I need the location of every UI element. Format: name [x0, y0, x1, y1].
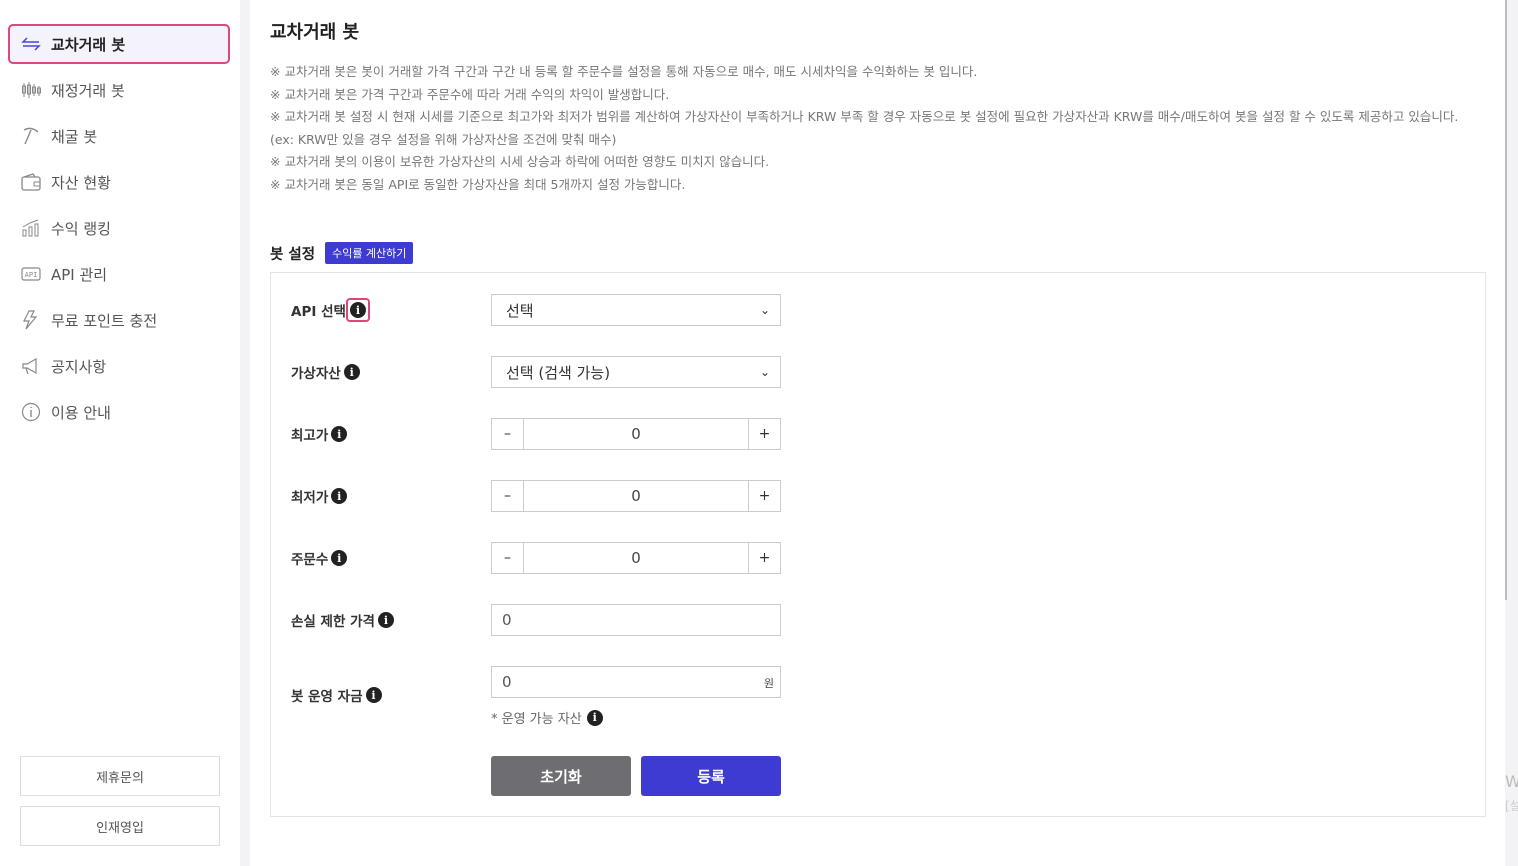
sidebar-item-mining-bot[interactable]: 채굴 봇	[8, 116, 230, 156]
sidebar-item-label: API 관리	[51, 265, 108, 284]
info-icon[interactable]: i	[586, 709, 603, 726]
notice-notes: ※ 교차거래 봇은 봇이 거래할 가격 구간과 구간 내 등록 할 주문수를 설…	[270, 61, 1480, 196]
note-line: ※ 교차거래 봇은 가격 구간과 주문수에 따라 거래 수익의 차익이 발생합니…	[270, 86, 670, 102]
chevron-down-icon: ⌄	[759, 303, 770, 317]
low-price-label-row: 최저가 i	[291, 480, 348, 512]
sidebar-item-cross-trade-bot[interactable]: 교차거래 봇	[8, 24, 230, 64]
profit-calc-button[interactable]: 수익률 계산하기	[325, 242, 414, 264]
partnership-button[interactable]: 제휴문의	[20, 756, 220, 796]
sidebar-item-label: 교차거래 봇	[51, 35, 126, 54]
sidebar-item-arbitrage-bot[interactable]: 재정거래 봇	[8, 70, 230, 110]
api-select-label: API 선택	[291, 304, 346, 320]
asset-select-label: 가상자산	[291, 366, 341, 382]
sidebar-item-label: 재정거래 봇	[51, 81, 125, 100]
bot-settings-header: 봇 설정 수익률 계산하기	[270, 242, 414, 264]
stoploss-label: 손실 제한 가격	[291, 614, 375, 630]
sidebar-item-assets[interactable]: 자산 현황	[8, 162, 230, 202]
orders-stepper: – 0 +	[491, 542, 781, 574]
svg-text:API: API	[25, 271, 38, 279]
decrement-button[interactable]: –	[492, 543, 524, 573]
info-icon[interactable]: i	[365, 687, 382, 703]
low-price-label: 최저가	[291, 490, 329, 506]
register-button[interactable]: 등록	[641, 756, 781, 796]
high-price-label: 최고가	[291, 428, 329, 444]
info-icon[interactable]: i	[331, 550, 348, 566]
api-icon: API	[20, 263, 42, 285]
sidebar-item-label: 자산 현황	[51, 173, 111, 192]
orders-label: 주문수	[291, 552, 329, 568]
wallet-icon	[20, 171, 42, 193]
funds-input[interactable]: 0	[492, 667, 780, 697]
pickaxe-icon	[20, 125, 42, 147]
note-line: ※ 교차거래 봇 설정 시 현재 시세를 기준으로 최고가와 최저가 범위를 계…	[270, 109, 1459, 147]
asset-select-label-row: 가상자산 i	[291, 356, 360, 388]
sidebar: 교차거래 봇 재정거래 봇 채굴 봇 자산 현황 수익 랭킹 API API 관…	[0, 0, 240, 866]
info-icon[interactable]: i	[331, 488, 348, 504]
low-price-input[interactable]: 0	[524, 481, 748, 511]
api-info-highlight: i	[345, 298, 370, 322]
sidebar-item-notice[interactable]: 공지사항	[8, 346, 230, 386]
reset-button[interactable]: 초기화	[491, 756, 631, 796]
currency-unit: 원	[763, 677, 774, 690]
funds-label: 봇 운영 자금	[291, 689, 363, 705]
recruit-button[interactable]: 인재영입	[20, 806, 220, 846]
info-icon[interactable]: i	[343, 364, 360, 380]
hint-text: * 운영 가능 자산	[491, 712, 582, 727]
sidebar-item-free-points[interactable]: 무료 포인트 충전	[8, 300, 230, 340]
sidebar-item-label: 채굴 봇	[51, 127, 98, 146]
watermark-text: [설	[1505, 799, 1518, 813]
main-content: 교차거래 봇 ※ 교차거래 봇은 봇이 거래할 가격 구간과 구간 내 등록 할…	[250, 0, 1505, 866]
scrollbar[interactable]	[1505, 0, 1507, 600]
sidebar-item-api[interactable]: API API 관리	[8, 254, 230, 294]
candlestick-icon	[20, 79, 42, 101]
info-circle-icon	[20, 401, 42, 423]
funds-field[interactable]: 0 원	[491, 666, 781, 698]
note-line: ※ 교차거래 봇은 동일 API로 동일한 가상자산을 최대 5개까지 설정 가…	[270, 176, 686, 192]
orders-input[interactable]: 0	[524, 543, 748, 573]
high-price-label-row: 최고가 i	[291, 418, 348, 450]
bar-chart-icon	[20, 217, 42, 239]
exchange-arrows-icon	[20, 33, 42, 55]
increment-button[interactable]: +	[748, 543, 780, 573]
api-select-value: 선택	[506, 301, 534, 320]
increment-button[interactable]: +	[748, 481, 780, 511]
high-price-input[interactable]: 0	[524, 419, 748, 449]
sidebar-item-label: 무료 포인트 충전	[51, 311, 158, 330]
sidebar-item-label: 공지사항	[51, 357, 107, 376]
bot-settings-form: API 선택 i 선택 ⌄ 가상자산 i 선택 (검색 가능) ⌄ 최고가 i …	[270, 272, 1486, 817]
info-icon[interactable]: i	[377, 612, 394, 628]
low-price-stepper: – 0 +	[491, 480, 781, 512]
sidebar-item-ranking[interactable]: 수익 랭킹	[8, 208, 230, 248]
info-icon[interactable]: i	[331, 426, 348, 442]
available-assets-hint: * 운영 가능 자산 i	[491, 708, 603, 727]
note-line: ※ 교차거래 봇의 이용이 보유한 가상자산의 시세 상승과 하락에 어떠한 영…	[270, 154, 770, 169]
stoploss-label-row: 손실 제한 가격 i	[291, 604, 394, 636]
watermark-text: W	[1505, 772, 1518, 791]
sidebar-item-guide[interactable]: 이용 안내	[8, 392, 230, 432]
stoploss-input[interactable]: 0	[491, 604, 781, 636]
chevron-down-icon: ⌄	[759, 365, 770, 379]
asset-select[interactable]: 선택 (검색 가능) ⌄	[491, 356, 781, 388]
megaphone-icon	[20, 355, 42, 377]
page-title: 교차거래 봇	[270, 22, 360, 43]
high-price-stepper: – 0 +	[491, 418, 781, 450]
note-line: ※ 교차거래 봇은 봇이 거래할 가격 구간과 구간 내 등록 할 주문수를 설…	[270, 64, 978, 79]
asset-select-value: 선택 (검색 가능)	[506, 363, 611, 382]
decrement-button[interactable]: –	[492, 419, 524, 449]
orders-label-row: 주문수 i	[291, 542, 348, 574]
sidebar-item-label: 이용 안내	[51, 403, 111, 422]
increment-button[interactable]: +	[748, 419, 780, 449]
info-icon[interactable]: i	[349, 302, 366, 318]
sidebar-item-label: 수익 랭킹	[51, 219, 111, 238]
funds-label-row: 봇 운영 자금 i	[291, 679, 382, 711]
api-select-label-row: API 선택 i	[291, 294, 370, 326]
api-select[interactable]: 선택 ⌄	[491, 294, 781, 326]
decrement-button[interactable]: –	[492, 481, 524, 511]
lightning-icon	[20, 309, 42, 331]
section-title: 봇 설정	[270, 246, 316, 263]
